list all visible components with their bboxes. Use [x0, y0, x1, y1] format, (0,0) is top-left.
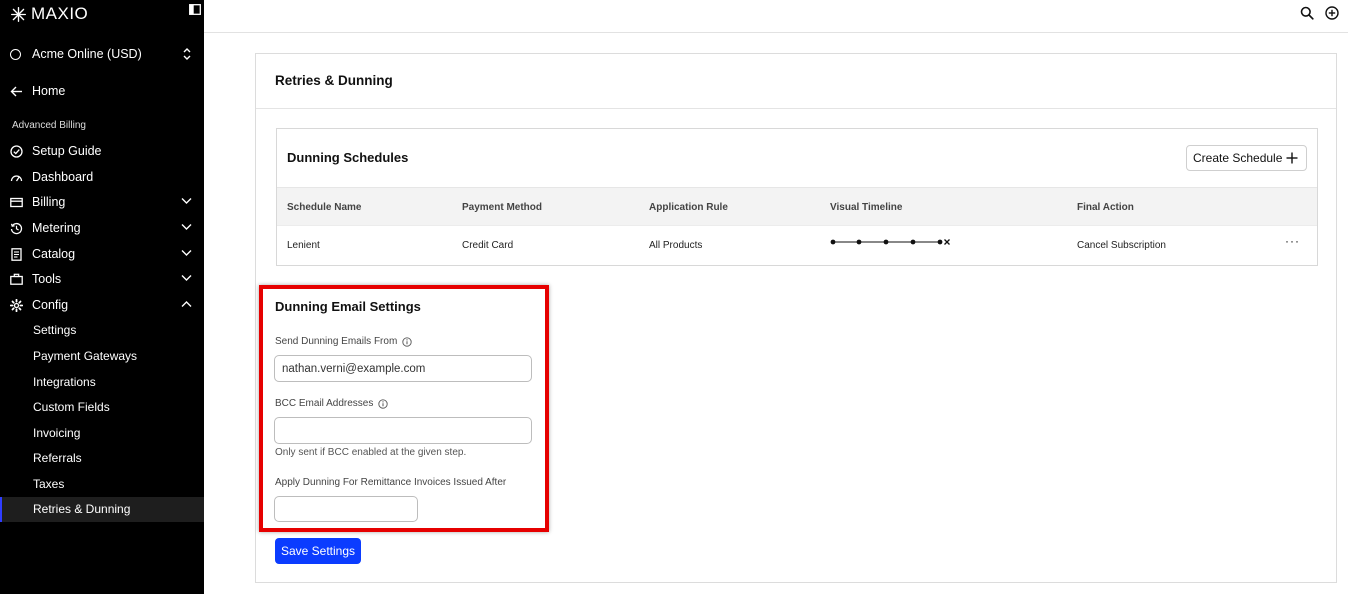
- create-schedule-button[interactable]: Create Schedule: [1186, 145, 1307, 171]
- chevron-down-icon: [181, 250, 192, 256]
- nav-home-label: Home: [32, 84, 66, 98]
- nav-config-retries-dunning[interactable]: Retries & Dunning: [33, 500, 130, 518]
- nav-config-taxes[interactable]: Taxes: [33, 475, 64, 493]
- schedules-table-header: Schedule Name Payment Method Application…: [277, 187, 1317, 225]
- check-circle-icon: [10, 144, 23, 158]
- cell-application-rule: All Products: [649, 240, 703, 251]
- history-icon: [10, 222, 23, 234]
- nav-home[interactable]: Home: [10, 81, 194, 101]
- account-name: Acme Online (USD): [32, 47, 142, 61]
- column-header-visual-timeline: Visual Timeline: [830, 202, 903, 213]
- bcc-label-text: BCC Email Addresses: [275, 398, 374, 409]
- dunning-email-settings-title: Dunning Email Settings: [275, 299, 421, 314]
- brand-logo[interactable]: MAXIO: [10, 4, 194, 24]
- top-bar: [204, 0, 1348, 33]
- cell-payment-method: Credit Card: [462, 240, 514, 251]
- remittance-label-text: Apply Dunning For Remittance Invoices Is…: [275, 477, 507, 488]
- page-title: Retries & Dunning: [275, 73, 393, 88]
- gauge-icon: [10, 174, 23, 181]
- sidebar: MAXIO Acme Online (USD) Home Advanced Bi…: [0, 0, 204, 594]
- arrow-left-icon: [10, 86, 22, 96]
- add-circle-icon[interactable]: [1325, 6, 1339, 20]
- chevron-down-icon: [181, 224, 192, 230]
- row-more-options-icon[interactable]: ···: [1285, 234, 1300, 248]
- gear-icon: [10, 298, 23, 312]
- chevron-up-icon: [181, 301, 192, 307]
- nav-config-payment-gateways[interactable]: Payment Gateways: [33, 347, 137, 365]
- chevron-down-icon: [181, 198, 192, 204]
- bcc-email-input[interactable]: [274, 417, 532, 444]
- table-row[interactable]: Lenient Credit Card All Products Cancel …: [277, 225, 1317, 265]
- sidebar-collapse-icon[interactable]: [189, 4, 201, 15]
- account-circle-icon: [10, 48, 21, 60]
- cell-schedule-name: Lenient: [287, 240, 320, 251]
- send-from-label: Send Dunning Emails From: [275, 336, 412, 347]
- send-from-email-input[interactable]: [274, 355, 532, 382]
- account-switcher[interactable]: Acme Online (USD): [10, 44, 194, 64]
- chevron-up-down-icon: [183, 48, 191, 60]
- send-from-label-text: Send Dunning Emails From: [275, 336, 398, 347]
- column-header-final-action: Final Action: [1077, 202, 1134, 213]
- dunning-schedules-title: Dunning Schedules: [287, 150, 409, 165]
- column-header-payment-method: Payment Method: [462, 202, 543, 213]
- visual-timeline-graphic: [830, 239, 950, 245]
- nav-setup-guide-label: Setup Guide: [32, 144, 102, 158]
- nav-config-custom-fields[interactable]: Custom Fields: [33, 398, 110, 416]
- bcc-label: BCC Email Addresses: [275, 398, 389, 409]
- nav-config-integrations[interactable]: Integrations: [33, 373, 96, 391]
- nav-tools[interactable]: Tools: [10, 269, 194, 289]
- nav-metering-label: Metering: [32, 221, 81, 235]
- bcc-hint-text: Only sent if BCC enabled at the given st…: [275, 447, 467, 458]
- maxio-logo-icon: [11, 6, 26, 22]
- plus-icon: [1286, 152, 1298, 164]
- nav-setup-guide[interactable]: Setup Guide: [10, 141, 194, 161]
- cell-final-action: Cancel Subscription: [1077, 240, 1166, 251]
- search-icon[interactable]: [1300, 6, 1314, 20]
- nav-config-referrals[interactable]: Referrals: [33, 449, 82, 467]
- brand-name: MAXIO: [31, 4, 89, 23]
- nav-catalog-label: Catalog: [32, 247, 76, 261]
- column-header-application-rule: Application Rule: [649, 202, 728, 213]
- nav-dashboard[interactable]: Dashboard: [10, 167, 194, 187]
- card-divider: [256, 108, 1336, 109]
- nav-config-invoicing[interactable]: Invoicing: [33, 424, 80, 442]
- nav-config-settings[interactable]: Settings: [33, 321, 76, 339]
- remittance-label: Apply Dunning For Remittance Invoices Is…: [275, 477, 506, 488]
- dunning-schedules-panel: Dunning Schedules Create Schedule Schedu…: [276, 128, 1318, 266]
- save-settings-button[interactable]: Save Settings: [275, 538, 361, 564]
- column-header-schedule-name: Schedule Name: [287, 202, 362, 213]
- nav-metering[interactable]: Metering: [10, 218, 194, 238]
- nav-tools-label: Tools: [32, 272, 62, 286]
- nav-dashboard-label: Dashboard: [32, 170, 94, 184]
- document-icon: [11, 247, 22, 261]
- info-icon[interactable]: [402, 336, 412, 347]
- nav-section-label: Advanced Billing: [12, 120, 86, 131]
- info-icon[interactable]: [378, 398, 389, 409]
- nav-config-label: Config: [32, 298, 69, 312]
- nav-config[interactable]: Config: [10, 295, 194, 315]
- credit-card-icon: [10, 197, 23, 207]
- chevron-down-icon: [181, 275, 192, 281]
- remittance-date-input[interactable]: [274, 496, 418, 522]
- nav-billing-label: Billing: [32, 195, 66, 209]
- nav-catalog[interactable]: Catalog: [10, 244, 194, 264]
- create-schedule-label: Create Schedule: [1193, 151, 1283, 165]
- nav-billing[interactable]: Billing: [10, 192, 194, 212]
- briefcase-icon: [10, 273, 23, 285]
